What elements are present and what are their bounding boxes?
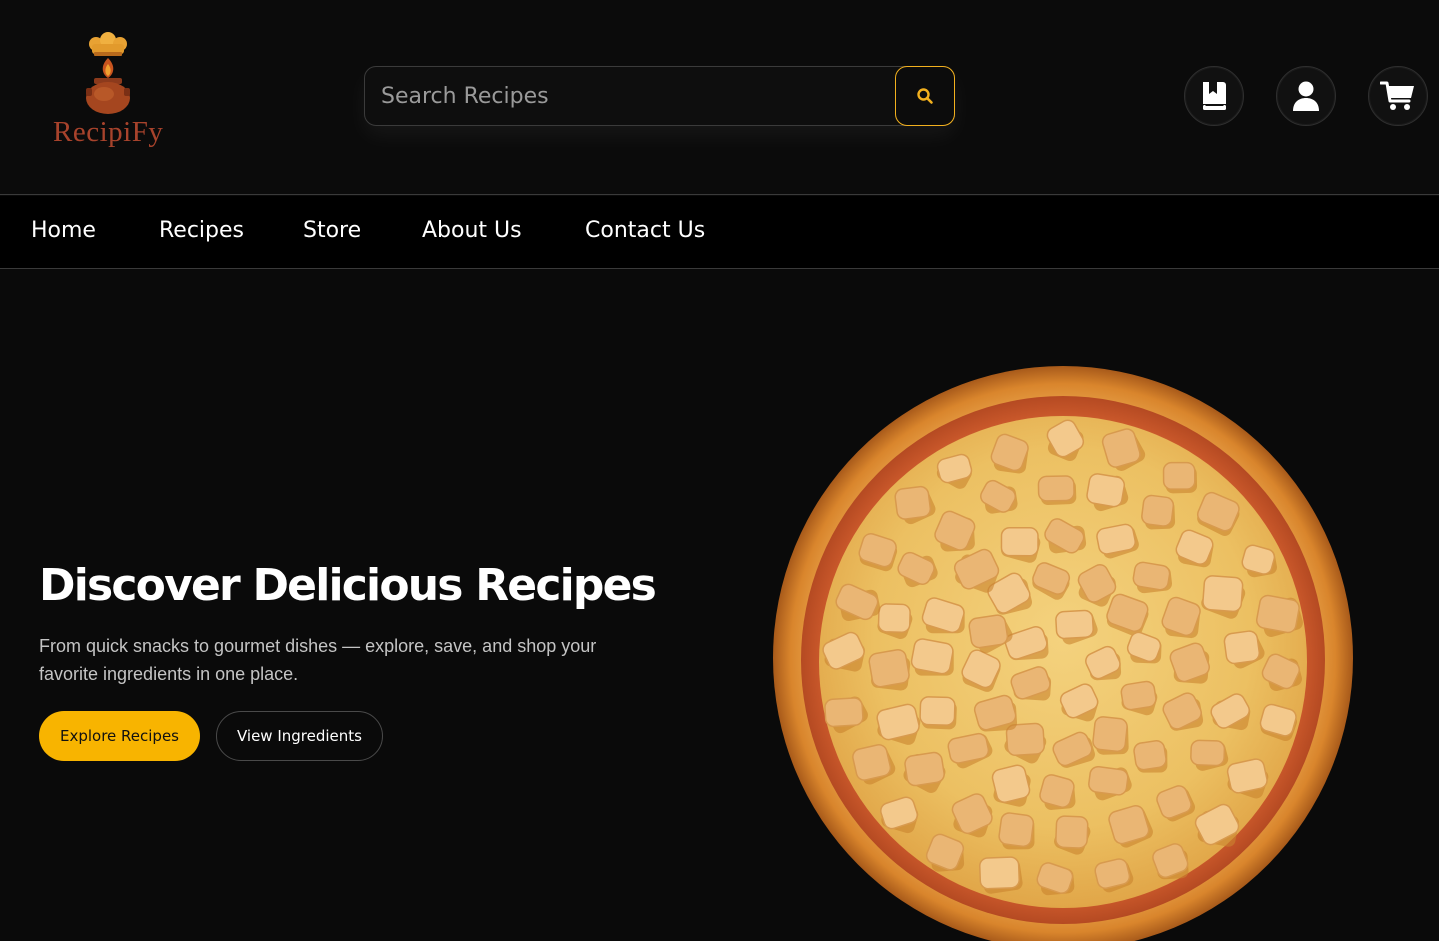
- chicken-chunk: [979, 856, 1020, 890]
- chicken-chunk: [1190, 739, 1226, 767]
- pizza-image: [773, 366, 1353, 941]
- chicken-chunk: [991, 764, 1031, 803]
- chicken-chunk: [1086, 473, 1126, 508]
- chicken-chunk: [1255, 594, 1300, 634]
- chicken-chunk: [1055, 815, 1089, 849]
- site-header: RecipiFy: [0, 0, 1439, 195]
- chicken-chunk: [868, 648, 910, 688]
- search-icon: [917, 88, 933, 104]
- search-button[interactable]: [895, 66, 955, 126]
- chicken-chunk: [904, 751, 945, 787]
- chicken-chunk: [1223, 630, 1261, 665]
- brand-name: RecipiFy: [53, 116, 164, 148]
- main-nav: Home Recipes Store About Us Contact Us: [0, 196, 1439, 269]
- hero-title: Discover Delicious Recipes: [39, 560, 657, 611]
- chicken-chunk: [910, 638, 954, 675]
- nav-contact-us[interactable]: Contact Us: [585, 218, 705, 243]
- chicken-chunk: [1037, 475, 1075, 502]
- cart-button[interactable]: [1368, 66, 1428, 126]
- nav-about-us[interactable]: About Us: [422, 218, 522, 243]
- nav-home[interactable]: Home: [31, 218, 96, 243]
- search-bar: [364, 66, 955, 126]
- account-button[interactable]: [1276, 66, 1336, 126]
- nav-recipes[interactable]: Recipes: [159, 218, 244, 243]
- site-logo[interactable]: RecipiFy: [50, 32, 168, 154]
- user-icon: [1293, 81, 1319, 111]
- chicken-chunk: [1162, 461, 1196, 490]
- cart-icon: [1380, 81, 1414, 110]
- chicken-chunk: [877, 603, 911, 634]
- chicken-chunk: [1055, 609, 1094, 640]
- explore-recipes-button[interactable]: Explore Recipes: [39, 711, 200, 761]
- hero-subtitle: From quick snacks to gourmet dishes — ex…: [39, 636, 597, 684]
- chicken-chunk: [1092, 716, 1128, 753]
- chicken-chunk: [1120, 680, 1157, 711]
- chicken-chunk: [968, 614, 1009, 649]
- chicken-chunk: [1132, 561, 1171, 591]
- chicken-chunk: [919, 696, 956, 726]
- chef-pot-logo-icon: [86, 32, 130, 114]
- chicken-chunk: [1000, 527, 1039, 557]
- chicken-chunk: [1202, 575, 1244, 613]
- saved-recipes-button[interactable]: [1184, 66, 1244, 126]
- chicken-chunk: [824, 697, 864, 728]
- chicken-chunk: [894, 485, 932, 520]
- chicken-chunk: [1133, 740, 1167, 771]
- chicken-chunk: [998, 812, 1035, 848]
- chicken-chunk: [1141, 494, 1175, 527]
- search-input[interactable]: [365, 67, 895, 125]
- nav-store[interactable]: Store: [303, 218, 361, 243]
- chicken-chunk: [852, 744, 892, 781]
- bookmark-icon: [1203, 82, 1226, 110]
- view-ingredients-button[interactable]: View Ingredients: [216, 711, 383, 761]
- chicken-chunk: [1088, 765, 1129, 796]
